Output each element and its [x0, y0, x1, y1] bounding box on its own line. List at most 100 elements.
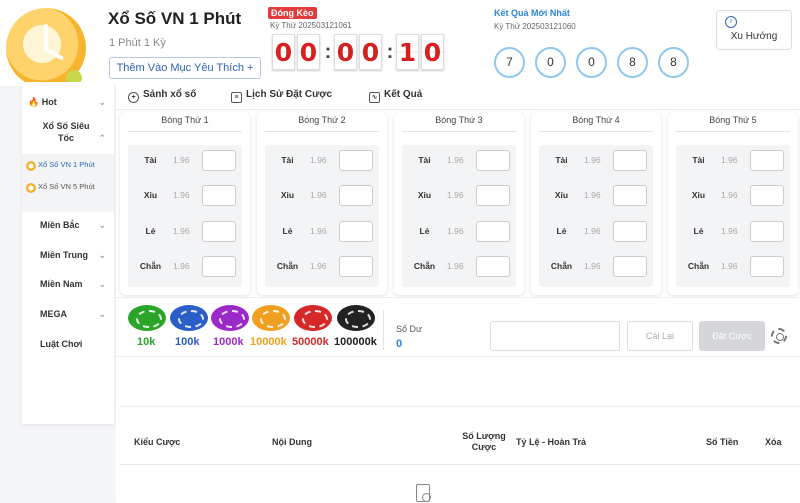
latest-result-label: Kết Quả Mới Nhất — [494, 8, 570, 18]
add-favorite-button[interactable]: Thêm Vào Mục Yêu Thích + — [109, 57, 261, 79]
bet-amount-input[interactable] — [339, 150, 373, 171]
chevron-down-icon: ⌄ — [98, 220, 106, 230]
chip-100000k[interactable] — [337, 305, 375, 335]
ball-card: Bóng Thứ 2 Tài 1.96 Xỉu 1.96 Lẻ 1.96 Chẵn 1.… — [257, 112, 387, 295]
globe-icon: + — [128, 92, 139, 103]
chip-icon — [337, 305, 375, 331]
chip-icon — [294, 305, 332, 331]
result-ball: 8 — [658, 47, 689, 78]
bet-amount-input[interactable] — [750, 150, 784, 171]
bet-amount-input[interactable] — [339, 256, 373, 277]
chip-50000k[interactable] — [294, 305, 332, 335]
bet-amount-input[interactable] — [613, 221, 647, 242]
chip-label: 100000k — [334, 336, 377, 348]
countdown-digit: 1 — [396, 34, 419, 70]
bet-amount-input[interactable] — [202, 150, 236, 171]
bet-amount-input[interactable] — [750, 256, 784, 277]
bet-row: Tài 1.96 — [128, 150, 242, 172]
table-header: Số Tiền — [706, 437, 739, 447]
bet-row: Chẵn 1.96 — [676, 256, 790, 278]
bet-amount-input[interactable] — [476, 185, 510, 206]
table-header: Xóa — [765, 437, 782, 447]
countdown-digit: 0 — [334, 34, 357, 70]
ball-card-title: Bóng Thứ 1 — [161, 115, 209, 125]
chip-10k[interactable] — [128, 305, 166, 335]
chevron-up-icon: ⌃ — [98, 133, 106, 143]
chip-label: 10000k — [250, 336, 287, 348]
bet-amount-input[interactable] — [476, 150, 510, 171]
empty-search-icon — [416, 484, 431, 502]
page-title: Xổ Số VN 1 Phút — [108, 9, 242, 28]
game-subtitle: 1 Phút 1 Kỳ — [109, 37, 166, 49]
tab-lich-su-dat-cuoc[interactable]: ≡ Lịch Sử Đặt Cược — [231, 89, 332, 103]
countdown-digit: 0 — [297, 34, 320, 70]
bet-amount-input[interactable] — [202, 256, 236, 277]
table-header: Số Lượng Cược — [462, 431, 506, 452]
bet-amount-input[interactable] — [339, 185, 373, 206]
chart-circle-icon: ı — [725, 16, 737, 28]
bet-amount-input[interactable] — [202, 185, 236, 206]
game-header: Xổ Số VN 1 Phút 1 Phút 1 Kỳ Thêm Vào Mục… — [0, 0, 800, 88]
ball-card: Bóng Thứ 3 Tài 1.96 Xỉu 1.96 Lẻ 1.96 Chẵn 1.… — [394, 112, 524, 295]
ball-card: Bóng Thứ 4 Tài 1.96 Xỉu 1.96 Lẻ 1.96 Chẵn 1.… — [531, 112, 661, 295]
bet-amount-input[interactable] — [613, 185, 647, 206]
countdown-separator: : — [324, 40, 332, 63]
tab-ket-qua[interactable]: ∿ Kết Quả — [369, 89, 422, 103]
bet-row: Tài 1.96 — [676, 150, 790, 172]
chip-10000k[interactable] — [252, 305, 290, 335]
bet-row: Tài 1.96 — [539, 150, 653, 172]
bet-row: Lẻ 1.96 — [402, 221, 516, 243]
chip-label: 50000k — [292, 336, 329, 348]
bet-row: Tài 1.96 — [265, 150, 379, 172]
chip-1000k[interactable] — [211, 305, 249, 335]
chip-icon — [170, 305, 208, 331]
bet-amount-input[interactable] — [339, 221, 373, 242]
chip-icon — [211, 305, 249, 331]
chip-icon — [252, 305, 290, 331]
bet-row: Lẻ 1.96 — [676, 221, 790, 243]
place-bet-button[interactable]: Đặt Cược — [699, 321, 765, 351]
bet-amount-input[interactable] — [476, 256, 510, 277]
clock-icon — [26, 183, 36, 193]
chart-icon: ∿ — [369, 92, 380, 103]
status-badge: Đóng Kèo — [268, 7, 317, 19]
countdown-separator: : — [386, 40, 394, 63]
bet-row: Chẵn 1.96 — [265, 256, 379, 278]
tab-bar: + Sảnh xổ số ≡ Lịch Sử Đặt Cược ∿ Kết Quả — [116, 82, 800, 110]
bet-amount-input[interactable] — [613, 256, 647, 277]
current-period: Kỳ Thứ 202503121061 — [270, 21, 352, 30]
clock-icon — [26, 161, 36, 171]
tab-sanh-xo-so[interactable]: + Sảnh xổ số — [128, 89, 196, 103]
balance-value: 0 — [396, 338, 403, 350]
document-icon: ≡ — [231, 92, 242, 103]
bet-amount-input[interactable] — [476, 221, 510, 242]
chip-label: 10k — [137, 336, 156, 348]
bet-row: Xỉu 1.96 — [265, 185, 379, 207]
latest-period: Kỳ Thứ 202503121060 — [494, 22, 576, 31]
countdown-digit: 0 — [359, 34, 382, 70]
ball-card-title: Bóng Thứ 3 — [435, 115, 483, 125]
ball-cards: Bóng Thứ 1 Tài 1.96 Xỉu 1.96 Lẻ 1.96 Chẵn 1.… — [120, 112, 800, 295]
sidebar-subitem-vn-5-phut[interactable]: Xổ Số VN 5 Phút — [26, 182, 110, 193]
ball-card-title: Bóng Thứ 4 — [572, 115, 620, 125]
result-ball: 7 — [494, 47, 525, 78]
bet-amount-input[interactable] — [750, 221, 784, 242]
trend-button[interactable]: ı Xu Hướng — [716, 10, 792, 50]
bet-row: Xỉu 1.96 — [402, 185, 516, 207]
bet-amount-input[interactable] — [202, 221, 236, 242]
bet-row: Lẻ 1.96 — [128, 221, 242, 243]
bet-row: Xỉu 1.96 — [128, 185, 242, 207]
latest-result-balls: 7 0 0 8 8 — [494, 47, 699, 78]
chip-100k[interactable] — [170, 305, 208, 335]
bet-amount-input[interactable] — [750, 185, 784, 206]
sidebar-subitem-vn-1-phut[interactable]: Xổ Số VN 1 Phút — [26, 160, 110, 171]
ball-card: Bóng Thứ 5 Tài 1.96 Xỉu 1.96 Lẻ 1.96 Chẵn 1.… — [668, 112, 798, 295]
sidebar-item-xo-so-sieu-toc[interactable]: Xổ Số Siêu Tốc ⌃ — [22, 120, 114, 144]
bet-row: Xỉu 1.96 — [676, 185, 790, 207]
trend-label: Xu Hướng — [730, 31, 778, 42]
gear-icon[interactable] — [771, 328, 787, 344]
bet-row: Lẻ 1.96 — [265, 221, 379, 243]
bet-amount-input[interactable] — [613, 150, 647, 171]
bet-total-input[interactable] — [490, 321, 620, 351]
reset-button[interactable]: Cài Lại — [627, 321, 693, 351]
